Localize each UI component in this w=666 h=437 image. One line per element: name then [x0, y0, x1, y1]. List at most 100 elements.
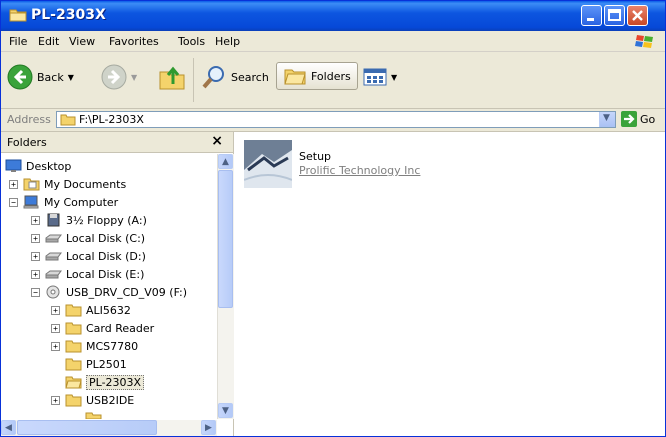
- close-icon: [632, 10, 643, 21]
- search-icon: [202, 66, 224, 89]
- collapse-icon[interactable]: −: [31, 287, 40, 297]
- views-button[interactable]: ▼: [363, 68, 397, 86]
- menu-view[interactable]: View: [69, 35, 95, 48]
- tree-item-label: Card Reader: [86, 321, 155, 335]
- folder-icon: [85, 412, 102, 419]
- forward-arrow-icon: [101, 64, 127, 90]
- folder-icon: [65, 340, 82, 353]
- file-item-setup[interactable]: Setup Prolific Technology Inc: [234, 132, 434, 192]
- tree-item-label: Local Disk (D:): [66, 249, 146, 263]
- chevron-down-icon[interactable]: ▼: [391, 73, 397, 82]
- tree-item-label: MCS7780: [86, 339, 139, 353]
- tree-item-label: Desktop: [26, 159, 72, 173]
- chevron-down-icon: ▼: [603, 113, 610, 123]
- my-documents-icon: [23, 178, 40, 191]
- tree-item-label: PL-2303X: [86, 374, 145, 390]
- scroll-right-button[interactable]: ▶: [201, 420, 216, 435]
- file-list-pane: Setup Prolific Technology Inc: [234, 132, 665, 436]
- address-input[interactable]: F:\PL-2303X ▼: [56, 111, 616, 128]
- desktop-icon: [5, 159, 22, 172]
- maximize-button[interactable]: [604, 5, 625, 26]
- chevron-down-icon[interactable]: ▼: [131, 73, 137, 82]
- minimize-button[interactable]: [581, 5, 602, 26]
- tree-item-label: ALI5632: [86, 303, 131, 317]
- expand-icon[interactable]: +: [31, 269, 40, 279]
- back-label: Back: [37, 70, 64, 84]
- tree-item-my-documents[interactable]: + My Documents: [9, 175, 126, 193]
- tree-item-label: My Documents: [44, 177, 127, 191]
- folder-open-icon: [65, 376, 82, 389]
- folder-icon: [60, 114, 76, 126]
- address-bar: Address F:\PL-2303X ▼ Go: [1, 109, 665, 132]
- menu-file[interactable]: File: [9, 35, 27, 48]
- tree-item-card-reader[interactable]: + Card Reader: [51, 319, 154, 337]
- scroll-left-button[interactable]: ◀: [1, 420, 16, 435]
- tree-item-local-disk-e[interactable]: + Local Disk (E:): [31, 265, 144, 283]
- close-icon[interactable]: ×: [211, 133, 223, 149]
- close-button[interactable]: [627, 5, 648, 26]
- expand-icon[interactable]: +: [31, 251, 40, 261]
- disk-icon: [45, 252, 62, 261]
- tree-item-label: Local Disk (C:): [66, 231, 146, 245]
- scroll-thumb[interactable]: [17, 420, 157, 435]
- collapse-icon[interactable]: −: [9, 197, 18, 207]
- tree-item-mcs7780[interactable]: + MCS7780: [51, 337, 138, 355]
- my-computer-icon: [23, 195, 39, 209]
- scroll-thumb[interactable]: [218, 170, 233, 308]
- search-button[interactable]: Search: [201, 64, 269, 90]
- expand-icon[interactable]: +: [9, 179, 18, 189]
- expand-icon[interactable]: +: [51, 341, 60, 351]
- minimize-icon: [587, 18, 594, 21]
- folder-up-icon: [159, 66, 185, 90]
- tree-item-pl2501[interactable]: PL2501: [65, 355, 127, 373]
- folder-icon: [65, 394, 82, 407]
- standard-toolbar: Back ▼ ▼ Search Folders ▼: [1, 52, 665, 109]
- scroll-down-button[interactable]: ▼: [218, 403, 233, 418]
- menu-edit[interactable]: Edit: [38, 35, 59, 48]
- file-name: Setup: [299, 150, 332, 163]
- expand-icon[interactable]: +: [51, 323, 60, 333]
- folders-button[interactable]: Folders: [276, 62, 358, 90]
- tree-item-label: My Computer: [44, 195, 119, 209]
- tree-item-ali5632[interactable]: + ALI5632: [51, 301, 131, 319]
- tree-item-floppy[interactable]: + 3½ Floppy (A:): [31, 211, 147, 229]
- expand-icon[interactable]: +: [51, 305, 60, 315]
- back-button[interactable]: Back ▼: [7, 64, 74, 90]
- window-title: PL-2303X: [31, 7, 106, 23]
- maximize-icon: [608, 9, 621, 21]
- up-button[interactable]: [157, 62, 187, 92]
- chevron-left-icon: ◀: [5, 422, 12, 433]
- scroll-up-button[interactable]: ▲: [218, 154, 233, 169]
- forward-button[interactable]: ▼: [101, 64, 137, 90]
- menu-help[interactable]: Help: [215, 35, 240, 48]
- views-icon: [363, 68, 387, 86]
- chevron-down-icon[interactable]: ▼: [68, 73, 74, 82]
- tree-item-usb-cd-drive[interactable]: − USB_DRV_CD_V09 (F:): [31, 283, 187, 301]
- floppy-icon: [47, 213, 60, 227]
- tree-item-pl-2303x[interactable]: PL-2303X: [65, 373, 145, 391]
- tree-item-label: PL2501: [86, 357, 127, 371]
- tree-item-label: USB2IDE: [86, 393, 135, 407]
- tree-item-my-computer[interactable]: − My Computer: [9, 193, 118, 211]
- menu-tools[interactable]: Tools: [178, 35, 205, 48]
- title-bar[interactable]: PL-2303X: [1, 1, 665, 31]
- tree-item-usb2ide[interactable]: + USB2IDE: [51, 391, 134, 409]
- tree-item-local-disk-c[interactable]: + Local Disk (C:): [31, 229, 145, 247]
- tree-horizontal-scrollbar[interactable]: ◀ ▶: [1, 420, 217, 436]
- expand-icon[interactable]: +: [51, 395, 60, 405]
- tree-item-local-disk-d[interactable]: + Local Disk (D:): [31, 247, 146, 265]
- folders-pane: Folders × Desktop + My Documents − My Co…: [1, 132, 234, 436]
- tree-vertical-scrollbar[interactable]: ▲ ▼: [217, 154, 234, 419]
- address-dropdown-button[interactable]: ▼: [599, 112, 615, 127]
- cd-drive-icon: [46, 285, 60, 299]
- folder-icon: [9, 9, 27, 22]
- disk-icon: [45, 234, 62, 243]
- menu-favorites[interactable]: Favorites: [109, 35, 159, 48]
- menu-bar: File Edit View Favorites Tools Help: [1, 31, 665, 52]
- folder-icon: [65, 304, 82, 317]
- expand-icon[interactable]: +: [31, 233, 40, 243]
- expand-icon[interactable]: +: [31, 215, 40, 225]
- go-button[interactable]: Go: [621, 111, 655, 127]
- tree-item-desktop[interactable]: Desktop: [5, 157, 71, 175]
- tree-item-label: 3½ Floppy (A:): [66, 213, 147, 227]
